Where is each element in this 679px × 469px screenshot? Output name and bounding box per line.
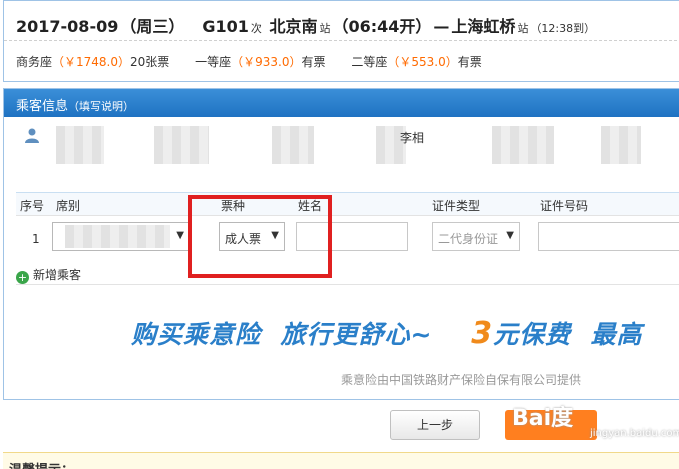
chevron-down-icon: ▼ <box>506 230 514 241</box>
train-summary: 2017-08-09 （周三） G101 次 北京南站（06:44开） — 上海虹桥站（1… <box>16 13 597 37</box>
train-ci: 次 <box>250 22 262 35</box>
seat-select-blurred <box>65 225 170 248</box>
row-index: 1 <box>32 232 40 246</box>
col-id-type: 证件类型 <box>432 199 481 213</box>
prev-step-button[interactable]: 上一步 <box>390 410 480 440</box>
insurance-provider: 乘意险由中国铁路财产保险自保有限公司提供 <box>341 373 582 387</box>
to-station: 上海虹桥 <box>451 17 516 36</box>
passenger-checkbox-label[interactable]: 李相 <box>400 129 424 146</box>
seat-business: 商务座（￥1748.0）20张票 <box>16 55 170 69</box>
tip-title: 温馨提示： <box>9 459 74 469</box>
passenger-panel: 乘客信息（填写说明） 李相 序号 席别 票种 姓名 证件类型 证件号码 1 ▼ … <box>3 88 679 400</box>
passenger-name-blurred[interactable] <box>56 126 104 164</box>
plus-icon: + <box>16 271 29 284</box>
seat-second: 二等座（￥553.0）有票 <box>351 55 482 69</box>
divider <box>4 40 679 41</box>
depart-time: （06:44开） <box>332 17 432 36</box>
col-index: 序号 <box>20 199 45 213</box>
panel-title: 乘客信息（填写说明） <box>16 99 135 114</box>
from-zhan: 站 <box>319 22 331 35</box>
add-passenger-button[interactable]: + 新增乘客 <box>16 266 81 284</box>
passenger-name-blurred[interactable] <box>272 126 314 164</box>
weekday: （周三） <box>120 17 185 36</box>
passenger-name-blurred[interactable] <box>492 126 554 164</box>
arrow-dash: — <box>433 17 450 36</box>
passenger-table-header: 序号 席别 票种 姓名 证件类型 证件号码 <box>16 192 679 215</box>
seat-list: 商务座（￥1748.0）20张票 一等座（￥933.0）有票 二等座（￥553.… <box>16 53 504 70</box>
highlight-annotation <box>188 195 332 278</box>
seat-first: 一等座（￥933.0）有票 <box>195 55 326 69</box>
id-number-input[interactable] <box>538 222 679 251</box>
insurance-banner[interactable]: 购买乘意险 旅行更舒心~ 3元保费 最高 乘意险由中国铁路财产保险自保有限公司提… <box>16 284 679 400</box>
id-type-select[interactable]: 二代身份证 ▼ <box>432 222 520 251</box>
travel-date: 2017-08-09 <box>16 17 119 36</box>
person-icon <box>25 128 39 143</box>
train-number: G101 <box>202 17 249 36</box>
arrive-time: （12:38到） <box>530 22 596 35</box>
row-divider <box>16 215 679 216</box>
passenger-name-blurred[interactable] <box>154 126 209 164</box>
passenger-name-blurred[interactable] <box>601 126 641 164</box>
to-zhan: 站 <box>517 22 529 35</box>
tip-box: 温馨提示： <box>3 452 679 469</box>
seat-select[interactable]: ▼ <box>52 222 190 251</box>
insurance-slogan: 购买乘意险 旅行更舒心~ 3元保费 最高 <box>131 316 643 351</box>
col-id-number: 证件号码 <box>540 199 589 213</box>
from-station: 北京南 <box>269 17 318 36</box>
panel-header: 乘客信息（填写说明） <box>4 89 679 117</box>
baidu-watermark-url: jingyan.baidu.com <box>590 428 679 439</box>
col-seat: 席别 <box>56 199 81 213</box>
help-link[interactable]: （填写说明） <box>68 100 134 113</box>
train-info-panel: 2017-08-09 （周三） G101 次 北京南站（06:44开） — 上海虹桥站（1… <box>3 0 679 82</box>
chevron-down-icon: ▼ <box>176 230 184 241</box>
baidu-watermark: Bai度 <box>512 406 574 431</box>
